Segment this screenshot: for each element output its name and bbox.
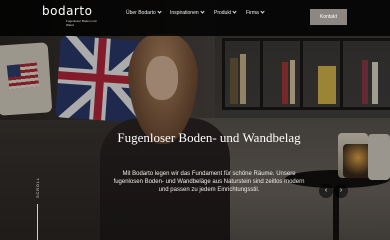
nav-item-inspirationen[interactable]: Inspirationen <box>170 9 205 16</box>
scroll-line <box>37 204 38 240</box>
nav-item-label: Produkt <box>214 10 232 16</box>
hero-headline: Fugenloser Boden- und Wandbelag <box>117 130 301 145</box>
nav-item-label: Inspirationen <box>170 10 199 16</box>
top-navbar: bodarto Fugenloser Boden und Wand Über B… <box>0 0 390 36</box>
slider-next-button[interactable]: › <box>334 184 348 198</box>
nav-item-label: Firma <box>246 10 259 16</box>
chevron-down-icon <box>200 9 205 14</box>
chevron-down-icon <box>232 9 237 14</box>
logo-tagline: Fugenloser Boden und Wand <box>66 19 97 27</box>
chevron-down-icon <box>260 9 265 14</box>
chevron-down-icon <box>157 9 162 14</box>
chevron-right-icon: › <box>339 187 343 194</box>
scroll-indicator[interactable]: SCROLL <box>35 177 40 198</box>
nav-item-produkt[interactable]: Produkt <box>214 9 237 16</box>
slider-prev-button[interactable]: ‹ <box>319 184 333 198</box>
nav-item-firma[interactable]: Firma <box>246 9 265 16</box>
logo[interactable]: bodarto <box>42 4 92 18</box>
image-overlay <box>0 0 390 240</box>
chevron-left-icon: ‹ <box>324 187 328 194</box>
hero-body-text: Mit Bodarto legen wir das Fundament für … <box>113 171 305 194</box>
hero-image <box>0 0 390 240</box>
nav-item-ueber-bodarto[interactable]: Über Bodarto <box>126 9 162 16</box>
nav-item-label: Über Bodarto <box>126 10 156 16</box>
contact-button[interactable]: Kontakt <box>310 9 347 25</box>
